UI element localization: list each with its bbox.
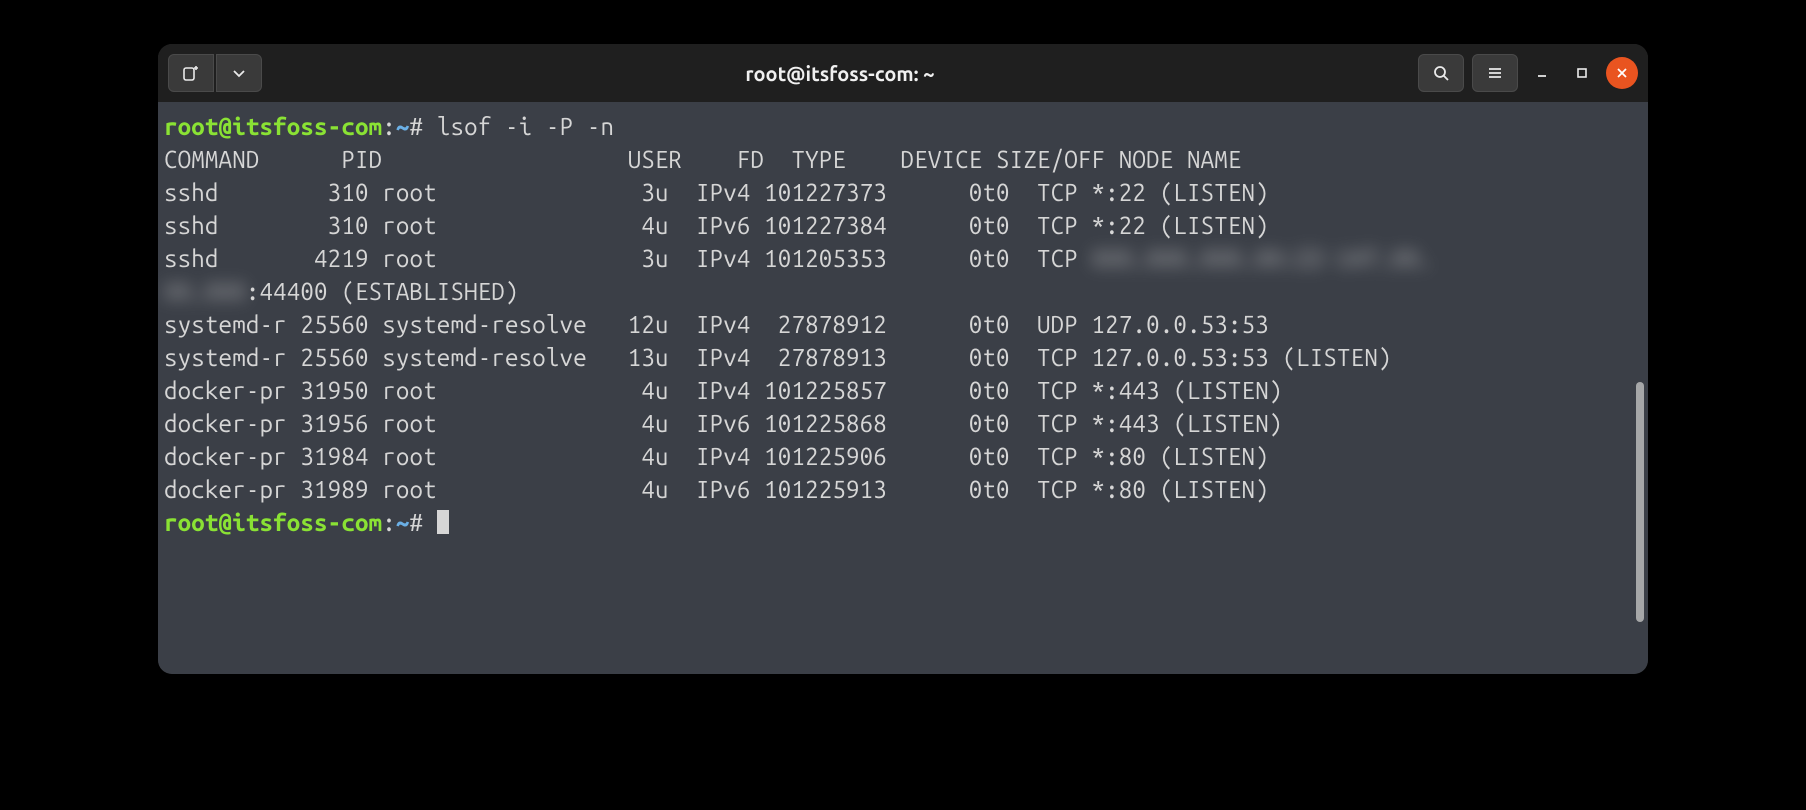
output-row: docker-pr 31950 root 4u IPv4 101225857 0…: [164, 374, 1642, 407]
prompt-line: root@itsfoss-com:~#: [164, 506, 1642, 539]
search-icon: [1432, 64, 1450, 82]
output-row: docker-pr 31956 root 4u IPv6 101225868 0…: [164, 407, 1642, 440]
search-button[interactable]: [1418, 54, 1464, 92]
maximize-button[interactable]: [1566, 57, 1598, 89]
output-row: sshd 310 root 3u IPv4 101227373 0t0 TCP …: [164, 176, 1642, 209]
output-row: docker-pr 31989 root 4u IPv6 101225913 0…: [164, 473, 1642, 506]
prompt-separator: :: [382, 113, 396, 140]
redacted-ip: XXX.XXX.XXX.XX:22-147.XX.: [1092, 245, 1433, 272]
close-button[interactable]: [1606, 57, 1638, 89]
terminal-content[interactable]: root@itsfoss-com:~# lsof -i -P -nCOMMAND…: [158, 102, 1648, 674]
prompt-path: ~: [396, 113, 410, 140]
command-line: root@itsfoss-com:~# lsof -i -P -n: [164, 110, 1642, 143]
hamburger-icon: [1486, 64, 1504, 82]
scrollbar[interactable]: [1636, 382, 1644, 622]
prompt-separator: :: [382, 509, 396, 536]
new-tab-button[interactable]: [168, 54, 214, 92]
prompt-path: ~: [396, 509, 410, 536]
tab-dropdown-button[interactable]: [216, 54, 262, 92]
terminal-window: root@itsfoss-com: ~: [158, 44, 1648, 674]
chevron-down-icon: [232, 66, 246, 80]
output-header: COMMAND PID USER FD TYPE DEVICE SIZE/OFF…: [164, 143, 1642, 176]
output-row: sshd 310 root 4u IPv6 101227384 0t0 TCP …: [164, 209, 1642, 242]
prompt-symbol: #: [410, 113, 424, 140]
minimize-icon: [1535, 66, 1549, 80]
window-title: root@itsfoss-com: ~: [270, 62, 1410, 85]
prompt-symbol: #: [410, 509, 424, 536]
output-row: docker-pr 31984 root 4u IPv4 101225906 0…: [164, 440, 1642, 473]
titlebar-right: [1418, 54, 1638, 92]
output-row: sshd 4219 root 3u IPv4 101205353 0t0 TCP…: [164, 242, 1642, 275]
output-row-wrap: XX.XXX:44400 (ESTABLISHED): [164, 275, 1642, 308]
cursor: [437, 510, 449, 534]
titlebar: root@itsfoss-com: ~: [158, 44, 1648, 102]
close-icon: [1615, 66, 1629, 80]
titlebar-left: [168, 54, 262, 92]
redacted-ip: XX.XXX: [164, 278, 246, 305]
output-row: systemd-r 25560 systemd-resolve 13u IPv4…: [164, 341, 1642, 374]
output-row: systemd-r 25560 systemd-resolve 12u IPv4…: [164, 308, 1642, 341]
new-tab-icon: [181, 63, 201, 83]
maximize-icon: [1575, 66, 1589, 80]
prompt-user-host: root@itsfoss-com: [164, 509, 382, 536]
minimize-button[interactable]: [1526, 57, 1558, 89]
prompt-user-host: root@itsfoss-com: [164, 113, 382, 140]
command-text: lsof -i -P -n: [437, 113, 614, 140]
menu-button[interactable]: [1472, 54, 1518, 92]
